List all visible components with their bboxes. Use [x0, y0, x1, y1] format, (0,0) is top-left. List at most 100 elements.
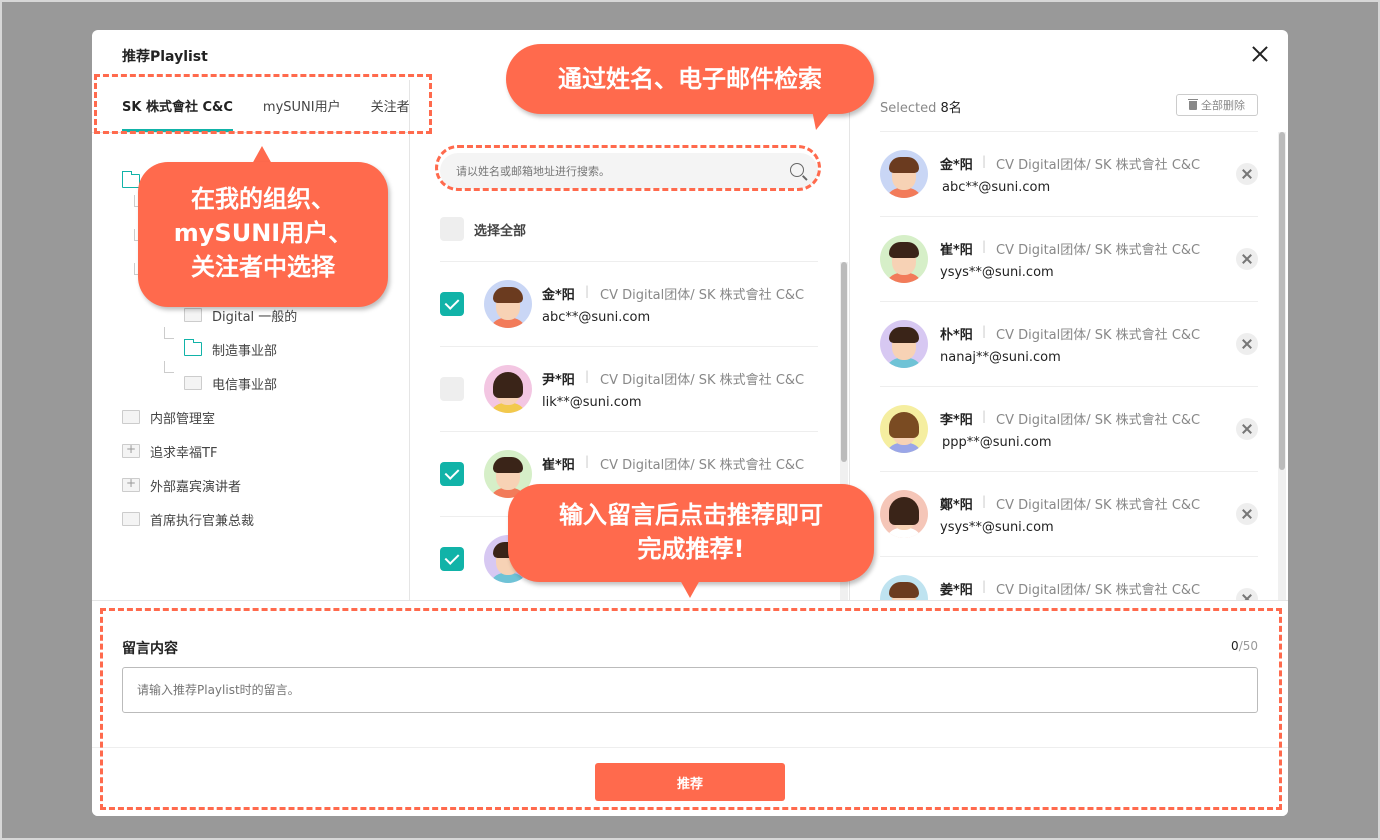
avatar [880, 490, 928, 538]
avatar [880, 235, 928, 283]
comment-tip-bubble: 输入留言后点击推荐即可 完成推荐! [508, 484, 874, 582]
tree-connector [164, 361, 174, 373]
tree-item-happiness-tf[interactable]: 追求幸福TF [122, 441, 217, 461]
member-email: abc**@suni.com [942, 180, 1051, 195]
separator: | [585, 454, 590, 468]
member-email: nanaj**@suni.com [940, 350, 1061, 365]
folder-icon [122, 512, 140, 526]
selected-item: 崔*阳 | CV Digital团体/ SK 株式會社 C&C ysys**@s… [880, 217, 1258, 302]
bubble-tail [812, 110, 832, 130]
member-checkbox[interactable] [440, 462, 464, 486]
member-email: abc**@suni.com [542, 310, 651, 325]
tree-item-internal-management[interactable]: 内部管理室 [122, 407, 215, 427]
tabs-highlight [94, 74, 432, 134]
delete-all-button[interactable]: 全部删除 [1176, 94, 1258, 116]
member-org: CV Digital团体/ SK 株式會社 C&C [600, 373, 805, 388]
selected-count-prefix: Selected [880, 101, 937, 116]
separator: | [982, 239, 987, 253]
avatar [484, 365, 532, 413]
folder-icon [122, 410, 140, 424]
member-org: CV Digital团体/ SK 株式會社 C&C [996, 328, 1201, 343]
member-name: 姜*阳 [940, 583, 973, 598]
comment-tip-line: 输入留言后点击推荐即可 [559, 501, 823, 529]
tree-item-label: 内部管理室 [150, 411, 216, 427]
member-name: 鄭*阳 [940, 498, 973, 513]
tree-item-label: Digital 一般的 [212, 309, 298, 325]
tree-item-digital-general[interactable]: Digital 一般的 [184, 305, 297, 325]
modal-title: 推荐Playlist [122, 49, 208, 65]
member-name: 崔*阳 [542, 458, 575, 473]
selected-count-value: 8名 [940, 101, 962, 116]
member-checkbox[interactable] [440, 377, 464, 401]
tree-item-manufacturing[interactable]: 制造事业部 [184, 339, 277, 359]
folder-plus-icon [122, 442, 140, 458]
remove-icon[interactable] [1236, 163, 1258, 185]
comment-tip-line: 完成推荐! [637, 535, 745, 563]
search-highlight [435, 145, 821, 191]
member-email: ysys**@suni.com [940, 520, 1054, 535]
member-org: CV Digital团体/ SK 株式會社 C&C [996, 498, 1201, 513]
select-all-checkbox[interactable] [440, 217, 464, 241]
list-item[interactable]: 尹*阳 | CV Digital团体/ SK 株式會社 C&C lik**@su… [440, 347, 818, 432]
comment-highlight [100, 608, 1282, 810]
scrollbar-thumb[interactable] [1279, 132, 1285, 470]
remove-icon[interactable] [1236, 418, 1258, 440]
separator: | [982, 579, 987, 593]
org-tip-line: mySUNI用户、 [173, 219, 353, 247]
member-email: ysys**@suni.com [940, 265, 1054, 280]
member-checkbox[interactable] [440, 292, 464, 316]
tree-item-label: 制造事业部 [212, 343, 278, 359]
separator: | [585, 369, 590, 383]
folder-icon [184, 308, 202, 322]
org-tip-line: 在我的组织、 [191, 185, 335, 213]
avatar [880, 405, 928, 453]
folder-icon [184, 376, 202, 390]
member-name: 尹*阳 [542, 373, 575, 388]
select-all[interactable]: 选择全部 [440, 217, 526, 241]
separator: | [585, 284, 590, 298]
scrollbar-thumb[interactable] [841, 262, 847, 462]
separator: | [982, 324, 987, 338]
list-item[interactable]: 金*阳 | CV Digital团体/ SK 株式會社 C&C abc**@su… [440, 262, 818, 347]
member-name: 李*阳 [940, 413, 973, 428]
remove-icon[interactable] [1236, 248, 1258, 270]
remove-icon[interactable] [1236, 333, 1258, 355]
tree-item-label: 外部嘉宾演讲者 [150, 479, 242, 495]
org-tip-bubble: 在我的组织、 mySUNI用户、 关注者中选择 [138, 162, 388, 307]
select-all-label: 选择全部 [474, 223, 527, 239]
member-org: CV Digital团体/ SK 株式會社 C&C [996, 413, 1201, 428]
member-name: 金*阳 [542, 288, 575, 303]
member-org: CV Digital团体/ SK 株式會社 C&C [996, 583, 1201, 598]
member-name: 金*阳 [940, 158, 973, 173]
member-email: lik**@suni.com [542, 395, 642, 410]
search-tip-text: 通过姓名、电子邮件检索 [558, 65, 822, 93]
tree-item-label: 电信事业部 [212, 377, 278, 393]
member-name: 崔*阳 [940, 243, 973, 258]
separator: | [982, 494, 987, 508]
remove-icon[interactable] [1236, 503, 1258, 525]
tree-item-external-speakers[interactable]: 外部嘉宾演讲者 [122, 475, 241, 495]
selected-item: 鄭*阳 | CV Digital团体/ SK 株式會社 C&C ysys**@s… [880, 472, 1258, 557]
close-icon[interactable] [1248, 42, 1272, 66]
selected-panel: Selected 8名 全部删除 金*阳 | CV Digital团体/ SK … [850, 80, 1288, 623]
tree-item-ceo[interactable]: 首席执行官兼总裁 [122, 509, 254, 529]
member-org: CV Digital团体/ SK 株式會社 C&C [996, 243, 1201, 258]
folder-plus-icon [122, 476, 140, 492]
avatar [880, 320, 928, 368]
org-tip-line: 关注者中选择 [191, 253, 335, 281]
tree-item-telecom[interactable]: 电信事业部 [184, 373, 277, 393]
separator: | [982, 154, 987, 168]
avatar [484, 280, 532, 328]
bubble-tail [680, 580, 700, 598]
search-tip-bubble: 通过姓名、电子邮件检索 [506, 44, 874, 114]
member-org: CV Digital团体/ SK 株式會社 C&C [600, 458, 805, 473]
selected-list-scrollbar[interactable] [1278, 132, 1286, 600]
selected-count: Selected 8名 [880, 97, 962, 116]
trash-icon [1188, 98, 1198, 110]
tree-item-label: 追求幸福TF [150, 445, 218, 461]
folder-open-icon [184, 339, 202, 356]
tree-connector [164, 327, 174, 339]
avatar [880, 150, 928, 198]
member-checkbox[interactable] [440, 547, 464, 571]
selected-item: 李*阳 | CV Digital团体/ SK 株式會社 C&C ppp**@su… [880, 387, 1258, 472]
